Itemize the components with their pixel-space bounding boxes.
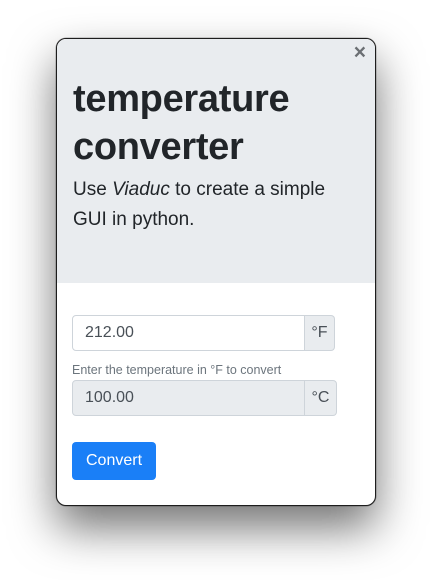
lead-prefix: Use [73,179,113,200]
fahrenheit-input-group: °F [72,315,335,351]
celsius-input-group: °C [72,380,337,416]
header-panel: × temperature converter Use Viaduc to cr… [57,39,375,283]
page-title: temperature converter [73,78,290,168]
fahrenheit-unit-label: °F [305,315,335,351]
fahrenheit-input[interactable] [72,315,305,351]
convert-button[interactable]: Convert [72,442,156,480]
lead-emphasis: Viaduc [112,179,170,200]
celsius-output [72,380,305,416]
lead-text: Use Viaduc to create a simple GUI in pyt… [73,175,363,235]
close-icon[interactable]: × [354,42,366,64]
app-window: × temperature converter Use Viaduc to cr… [56,38,376,506]
celsius-unit-label: °C [305,380,337,416]
fahrenheit-help-text: Enter the temperature in °F to convert [72,363,282,377]
